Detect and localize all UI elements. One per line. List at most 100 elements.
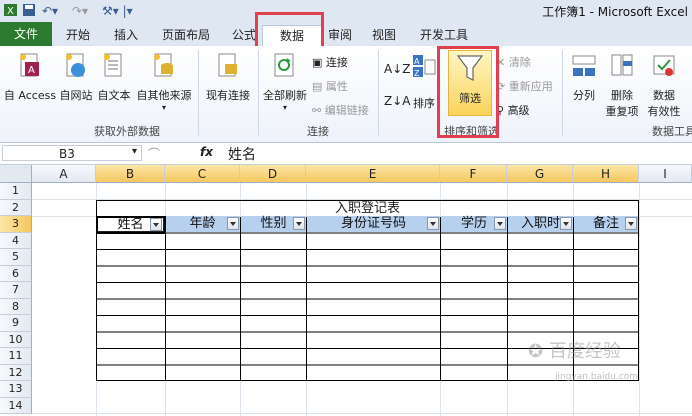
sort-button[interactable]: AZ 排序 xyxy=(408,52,440,111)
undo-icon[interactable]: ↶▾ xyxy=(42,3,58,19)
title-bar: X ↶▾ ↷▾ ⚒▾ |▾ 工作簿1 - Microsoft Excel xyxy=(0,0,692,22)
text-to-columns-icon xyxy=(572,55,596,76)
clear-filter-button[interactable]: ✕ 清除 xyxy=(496,54,531,70)
formula-content[interactable]: 姓名 xyxy=(228,144,256,164)
header-cell-gender[interactable]: 性别 xyxy=(241,216,306,232)
filter-dropdown-icon[interactable] xyxy=(560,217,572,230)
from-access-button[interactable]: A 自 Access xyxy=(2,52,58,103)
row-header-11[interactable]: 11 xyxy=(0,348,32,365)
table-title[interactable]: 入职登记表 xyxy=(97,201,638,217)
name-box[interactable]: B3 ▾ xyxy=(2,145,142,161)
sort-ascending-icon[interactable]: A↓Z xyxy=(384,62,410,76)
column-header-c[interactable]: C xyxy=(165,165,240,183)
save-icon[interactable] xyxy=(22,3,36,19)
divider xyxy=(198,50,199,136)
header-cell-notes[interactable]: 备注 xyxy=(574,216,638,232)
column-header-f[interactable]: F xyxy=(440,165,507,183)
tab-review[interactable]: 审阅 xyxy=(322,25,358,45)
existing-connections-button[interactable]: 现有连接 xyxy=(202,52,254,103)
sort-dialog-icon: AZ xyxy=(413,55,436,78)
tab-page-layout[interactable]: 页面布局 xyxy=(156,25,216,45)
column-header-e[interactable]: E xyxy=(306,165,440,183)
from-web-button[interactable]: 自网站 xyxy=(58,52,94,103)
access-icon: A xyxy=(20,53,39,77)
row-header-4[interactable]: 4 xyxy=(0,232,32,249)
column-header-b[interactable]: B xyxy=(96,165,165,183)
divider xyxy=(378,50,379,136)
row-header-14[interactable]: 14 xyxy=(0,397,32,414)
tab-home[interactable]: 开始 xyxy=(58,25,98,45)
remove-duplicates-button[interactable]: 删除 重复项 xyxy=(604,52,640,119)
filter-dropdown-icon[interactable] xyxy=(494,217,506,230)
row-header-8[interactable]: 8 xyxy=(0,298,32,315)
row-header-5[interactable]: 5 xyxy=(0,249,32,266)
chevron-down-icon[interactable]: ▾ xyxy=(132,146,137,157)
select-all-corner[interactable] xyxy=(0,165,32,183)
row-header-7[interactable]: 7 xyxy=(0,282,32,299)
filter-dropdown-icon[interactable] xyxy=(625,217,637,230)
ribbon-tabs: 文件 开始 插入 页面布局 公式 数据 审阅 视图 开发工具 xyxy=(0,22,692,47)
active-cell-border xyxy=(96,215,166,234)
properties-icon: ▤ xyxy=(312,80,323,93)
refresh-icon xyxy=(274,53,294,77)
sort-descending-icon[interactable]: Z↓A xyxy=(384,94,410,108)
existing-connections-icon xyxy=(218,53,237,77)
svg-text:A: A xyxy=(28,65,35,76)
data-validation-icon xyxy=(653,55,675,76)
group-label-get-external-data: 获取外部数据 xyxy=(94,125,160,138)
tab-view[interactable]: 视图 xyxy=(366,25,402,45)
header-cell-education[interactable]: 学历 xyxy=(441,216,507,232)
filter-dropdown-icon[interactable] xyxy=(427,217,439,230)
row-header-10[interactable]: 10 xyxy=(0,331,32,348)
row-header-1[interactable]: 1 xyxy=(0,183,32,200)
column-header-g[interactable]: G xyxy=(507,165,573,183)
tab-developer[interactable]: 开发工具 xyxy=(414,25,474,45)
filter-dropdown-icon[interactable] xyxy=(227,217,239,230)
column-header-d[interactable]: D xyxy=(240,165,306,183)
spreadsheet-grid[interactable]: A B C D E F G H I 1 2 3 4 5 6 7 8 9 10 1… xyxy=(0,165,692,416)
row-header-3[interactable]: 3 xyxy=(0,216,32,233)
insert-function-icon[interactable]: fx xyxy=(200,145,213,159)
highlight-box-filter xyxy=(437,46,499,138)
connections-button[interactable]: ▣ 连接 xyxy=(312,54,348,70)
from-other-sources-button[interactable]: 自其他来源 ▾ xyxy=(134,52,194,112)
svg-text:Z: Z xyxy=(414,69,420,78)
tab-insert[interactable]: 插入 xyxy=(106,25,146,45)
text-file-icon xyxy=(104,53,122,77)
customize-quick-access-icon[interactable]: ⚒▾ |▾ xyxy=(102,3,133,19)
header-cell-id-number[interactable]: 身份证号码 xyxy=(307,216,440,232)
column-header-i[interactable]: I xyxy=(639,165,692,183)
column-header-h[interactable]: H xyxy=(573,165,639,183)
row-header-2[interactable]: 2 xyxy=(0,199,32,216)
advanced-filter-button[interactable]: ⚲ 高级 xyxy=(496,102,530,118)
row-header-12[interactable]: 12 xyxy=(0,364,32,381)
window-title: 工作簿1 - Microsoft Excel xyxy=(542,5,688,19)
row-header-13[interactable]: 13 xyxy=(0,381,32,398)
data-validation-button[interactable]: 数据 有效性 xyxy=(644,52,684,119)
refresh-all-button[interactable]: 全部刷新 ▾ xyxy=(262,52,308,112)
header-cell-age[interactable]: 年龄 xyxy=(165,216,240,232)
tab-file[interactable]: 文件 xyxy=(0,22,52,46)
row-header-9[interactable]: 9 xyxy=(0,315,32,332)
group-label-data-tools: 数据工具 xyxy=(652,125,692,138)
web-icon xyxy=(66,53,85,77)
row-header-6[interactable]: 6 xyxy=(0,265,32,282)
svg-text:X: X xyxy=(7,6,14,17)
gridline xyxy=(32,413,692,414)
formula-bar: B3 ▾ ⌒ fx 姓名 xyxy=(0,143,692,165)
text-to-columns-button[interactable]: 分列 xyxy=(566,52,602,103)
redo-icon[interactable]: ↷▾ xyxy=(72,3,88,19)
header-cell-hire-date[interactable]: 入职时 xyxy=(508,216,573,232)
reapply-button[interactable]: ⟳ 重新应用 xyxy=(496,78,553,94)
link-icon: ⚯ xyxy=(312,104,322,117)
from-text-button[interactable]: 自文本 xyxy=(96,52,132,103)
gridline xyxy=(639,183,640,416)
remove-duplicates-icon xyxy=(611,54,633,76)
properties-button[interactable]: ▤ 属性 xyxy=(312,78,348,94)
formula-bar-splitter-icon[interactable]: ⌒ xyxy=(148,145,160,162)
divider xyxy=(562,50,563,136)
edit-links-button[interactable]: ⚯ 编辑链接 xyxy=(312,102,369,118)
filter-dropdown-icon[interactable] xyxy=(293,217,305,230)
ribbon: A 自 Access 自网站 自文本 自其他来源 ▾ 现有连接 获取外部数据 全… xyxy=(0,46,692,143)
column-header-a[interactable]: A xyxy=(32,165,96,183)
